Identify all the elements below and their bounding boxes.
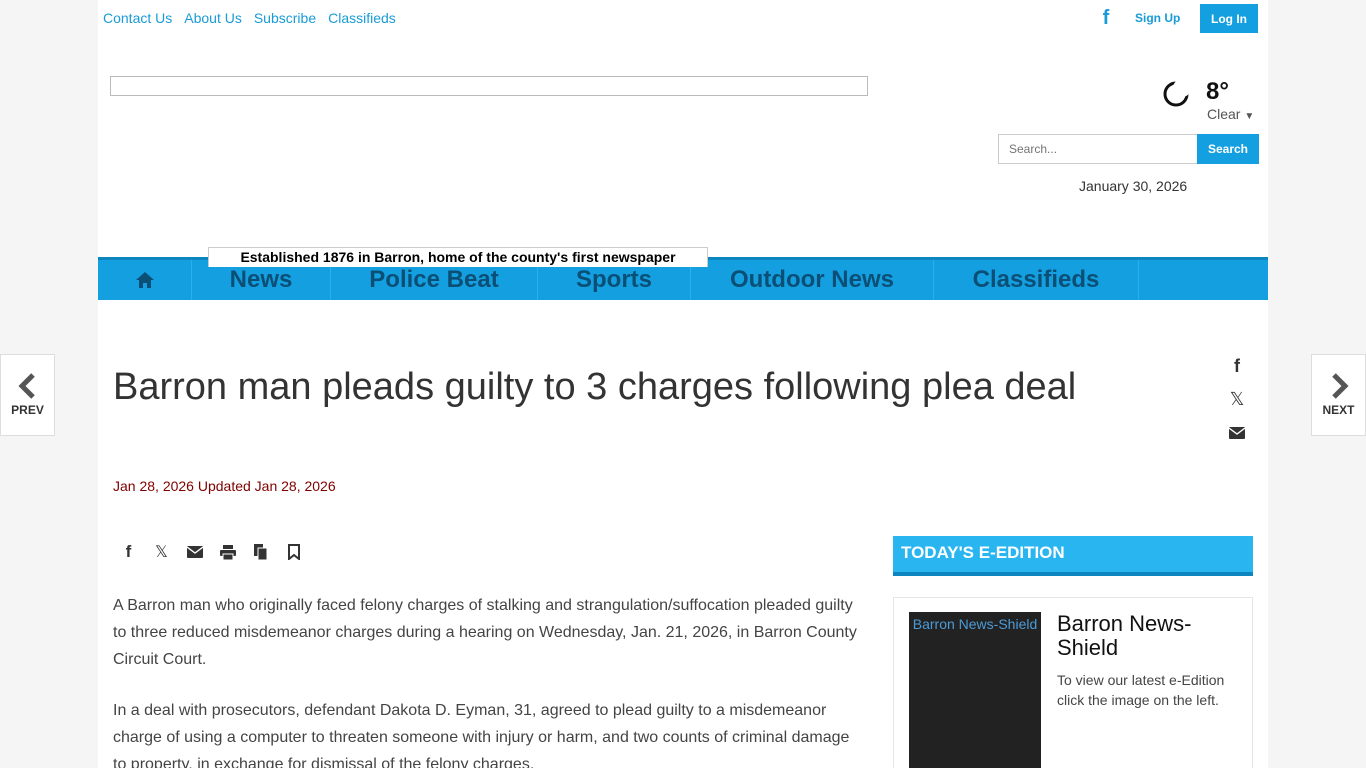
subscribe-link[interactable]: Subscribe bbox=[254, 10, 316, 26]
x-share-icon[interactable]: 𝕏 bbox=[151, 540, 172, 564]
current-date: January 30, 2026 bbox=[1079, 178, 1188, 194]
next-label: NEXT bbox=[1322, 403, 1355, 417]
log-in-button[interactable]: Log In bbox=[1200, 4, 1258, 33]
email-share-icon[interactable] bbox=[1226, 416, 1248, 449]
next-article-button[interactable]: NEXT bbox=[1311, 354, 1366, 436]
tagline: Established 1876 in Barron, home of the … bbox=[208, 247, 708, 267]
article-paragraph: In a deal with prosecutors, defendant Da… bbox=[113, 702, 850, 768]
home-icon bbox=[135, 272, 154, 288]
x-share-icon[interactable]: 𝕏 bbox=[1226, 383, 1248, 416]
bookmark-icon[interactable] bbox=[283, 540, 304, 564]
nav-home[interactable] bbox=[98, 260, 192, 300]
contact-us-link[interactable]: Contact Us bbox=[103, 10, 172, 26]
facebook-icon[interactable]: f bbox=[1098, 8, 1114, 28]
weather-temperature[interactable]: 8° bbox=[1206, 78, 1229, 106]
side-share-bar: f 𝕏 bbox=[1226, 350, 1248, 449]
top-links: Contact Us About Us Subscribe Classified… bbox=[103, 10, 396, 26]
eedition-description: To view our latest e-Edition click the i… bbox=[1057, 672, 1225, 708]
article-tools: f 𝕏 bbox=[118, 540, 304, 564]
caret-down-icon: ▼ bbox=[1244, 111, 1255, 122]
copy-icon[interactable] bbox=[250, 540, 271, 564]
search-button[interactable]: Search bbox=[1197, 134, 1259, 164]
masthead-logo[interactable] bbox=[110, 76, 868, 96]
eedition-header: TODAY'S E-EDITION bbox=[893, 536, 1253, 576]
article-dateline: Jan 28, 2026 Updated Jan 28, 2026 bbox=[113, 478, 336, 494]
nav-outdoor-news[interactable]: Outdoor News bbox=[691, 260, 934, 300]
prev-article-button[interactable]: PREV bbox=[0, 354, 55, 436]
email-icon[interactable] bbox=[184, 540, 205, 564]
chevron-right-icon bbox=[1331, 373, 1349, 399]
article-body: A Barron man who originally faced felony… bbox=[113, 592, 863, 768]
eedition-card: Barron News-Shield Barron News-Shield To… bbox=[893, 597, 1253, 768]
article-paragraph: A Barron man who originally faced felony… bbox=[113, 597, 857, 668]
moon-icon bbox=[1163, 80, 1190, 107]
chevron-left-icon bbox=[17, 373, 35, 399]
nav-classifieds[interactable]: Classifieds bbox=[934, 260, 1139, 300]
page-container: Contact Us About Us Subscribe Classified… bbox=[98, 0, 1268, 768]
prev-label: PREV bbox=[11, 403, 44, 417]
facebook-share-icon[interactable]: f bbox=[118, 540, 139, 564]
sign-up-link[interactable]: Sign Up bbox=[1135, 11, 1180, 25]
eedition-title[interactable]: Barron News-Shield bbox=[1057, 612, 1247, 660]
about-us-link[interactable]: About Us bbox=[184, 10, 242, 26]
classifieds-link[interactable]: Classifieds bbox=[328, 10, 396, 26]
facebook-share-icon[interactable]: f bbox=[1226, 350, 1248, 383]
article-headline: Barron man pleads guilty to 3 charges fo… bbox=[113, 366, 1077, 408]
weather-condition[interactable]: Clear ▼ bbox=[1207, 106, 1254, 122]
eedition-cover-image[interactable]: Barron News-Shield bbox=[909, 612, 1041, 768]
search-input[interactable] bbox=[998, 134, 1198, 164]
print-icon[interactable] bbox=[217, 540, 238, 564]
